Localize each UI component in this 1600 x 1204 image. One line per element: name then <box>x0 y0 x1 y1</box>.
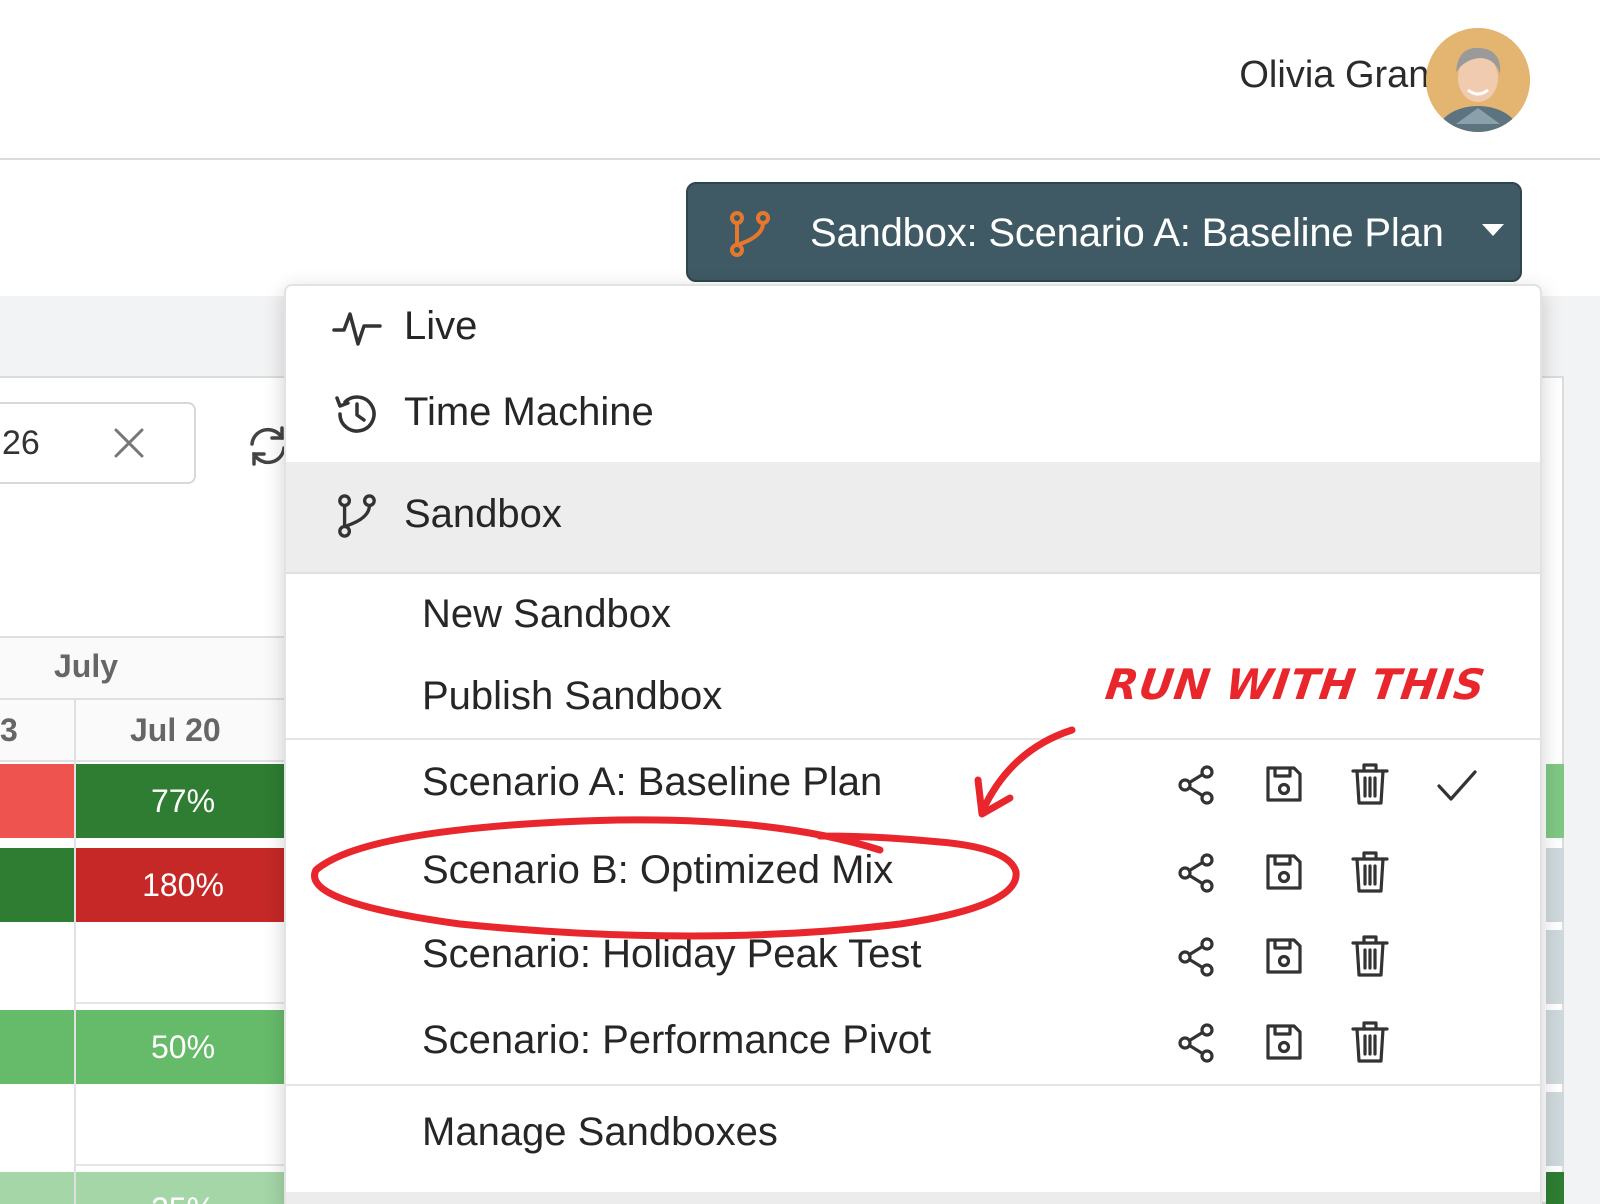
heatmap-cell: 77% <box>76 764 290 838</box>
menu-item-scenario[interactable]: Scenario A: Baseline Plan <box>286 742 1540 828</box>
user-name[interactable]: Olivia Grant <box>1239 54 1440 97</box>
heatmap-cell-edge <box>1546 848 1564 922</box>
heatmap-cell-edge <box>1546 930 1564 1004</box>
pulse-icon <box>332 308 382 353</box>
heatmap-cell-edge <box>1546 1010 1564 1084</box>
week-label: Jul 20 <box>130 712 221 748</box>
history-icon <box>332 390 380 443</box>
save-icon[interactable] <box>1264 852 1304 897</box>
branch-icon <box>728 210 772 263</box>
column-divider <box>74 700 76 1204</box>
menu-item-manage-sandboxes-label: Manage Sandboxes <box>422 1110 778 1154</box>
chevron-down-icon <box>1482 224 1504 236</box>
share-icon[interactable] <box>1176 936 1216 983</box>
trash-icon[interactable] <box>1350 934 1390 983</box>
menu-item-scenario[interactable]: Scenario B: Optimized Mix <box>286 830 1540 916</box>
heatmap-cell <box>0 764 74 838</box>
share-icon[interactable] <box>1176 1022 1216 1069</box>
heatmap-cell <box>76 1092 290 1166</box>
menu-item-scenario[interactable]: Scenario: Holiday Peak Test <box>286 914 1540 1000</box>
menu-item-sandbox[interactable]: Sandbox <box>286 462 1540 574</box>
heatmap-cell <box>0 848 74 922</box>
menu-item-sandbox-label: Sandbox <box>404 492 562 536</box>
save-icon[interactable] <box>1264 1022 1304 1067</box>
month-label: July <box>54 648 119 684</box>
annotation-text: RUN WITH THIS <box>1102 660 1489 709</box>
branch-icon <box>336 492 378 545</box>
trash-icon[interactable] <box>1350 850 1390 899</box>
menu-footer <box>286 1192 1540 1204</box>
sandbox-selector-button[interactable]: Sandbox: Scenario A: Baseline Plan <box>686 182 1522 282</box>
month-header-row <box>0 636 290 700</box>
scenario-label: Scenario: Performance Pivot <box>422 1018 932 1062</box>
week-label-prev: 3 <box>0 712 18 748</box>
heatmap-cell-edge <box>1546 1092 1564 1166</box>
menu-item-live[interactable]: Live <box>286 286 1540 374</box>
trash-icon[interactable] <box>1350 762 1390 811</box>
heatmap-cell: 50% <box>76 1010 290 1084</box>
checkmark-icon <box>1436 768 1478 809</box>
save-icon[interactable] <box>1264 936 1304 981</box>
menu-item-manage-sandboxes[interactable]: Manage Sandboxes <box>286 1086 1540 1186</box>
share-icon[interactable] <box>1176 852 1216 899</box>
heatmap-cell <box>0 930 74 1004</box>
close-icon[interactable] <box>112 426 146 465</box>
menu-item-new-sandbox-label: New Sandbox <box>422 592 672 636</box>
top-header: Olivia Grant <box>0 0 1600 160</box>
heatmap-cell <box>76 930 290 1004</box>
heatmap-cell-edge <box>1546 764 1564 838</box>
sandbox-dropdown-menu: Live Time Machine Sandbox New Sandbox Pu… <box>284 284 1542 1204</box>
trash-icon[interactable] <box>1350 1020 1390 1069</box>
sandbox-selector-label: Sandbox: Scenario A: Baseline Plan <box>810 211 1444 255</box>
save-icon[interactable] <box>1264 764 1304 809</box>
heatmap-cell <box>0 1010 74 1084</box>
heatmap-cell: 180% <box>76 848 290 922</box>
scenario-label: Scenario A: Baseline Plan <box>422 760 883 804</box>
date-field[interactable]: 26 <box>0 402 196 484</box>
share-icon[interactable] <box>1176 764 1216 811</box>
heatmap-cell-edge <box>1546 1172 1564 1204</box>
menu-item-new-sandbox[interactable]: New Sandbox <box>286 576 1540 662</box>
scenario-label: Scenario B: Optimized Mix <box>422 848 894 892</box>
heatmap-cell <box>0 1092 74 1166</box>
menu-item-scenario[interactable]: Scenario: Performance Pivot <box>286 1000 1540 1086</box>
scenario-label: Scenario: Holiday Peak Test <box>422 932 922 976</box>
heatmap-cell <box>0 1172 74 1204</box>
menu-item-live-label: Live <box>404 304 478 348</box>
date-field-value: 26 <box>2 424 40 462</box>
menu-divider <box>286 738 1540 740</box>
menu-item-publish-sandbox-label: Publish Sandbox <box>422 674 723 718</box>
menu-item-time-machine-label: Time Machine <box>404 390 654 434</box>
avatar[interactable] <box>1426 28 1530 132</box>
menu-item-time-machine[interactable]: Time Machine <box>286 374 1540 462</box>
heatmap-cell: 25% <box>76 1172 290 1204</box>
